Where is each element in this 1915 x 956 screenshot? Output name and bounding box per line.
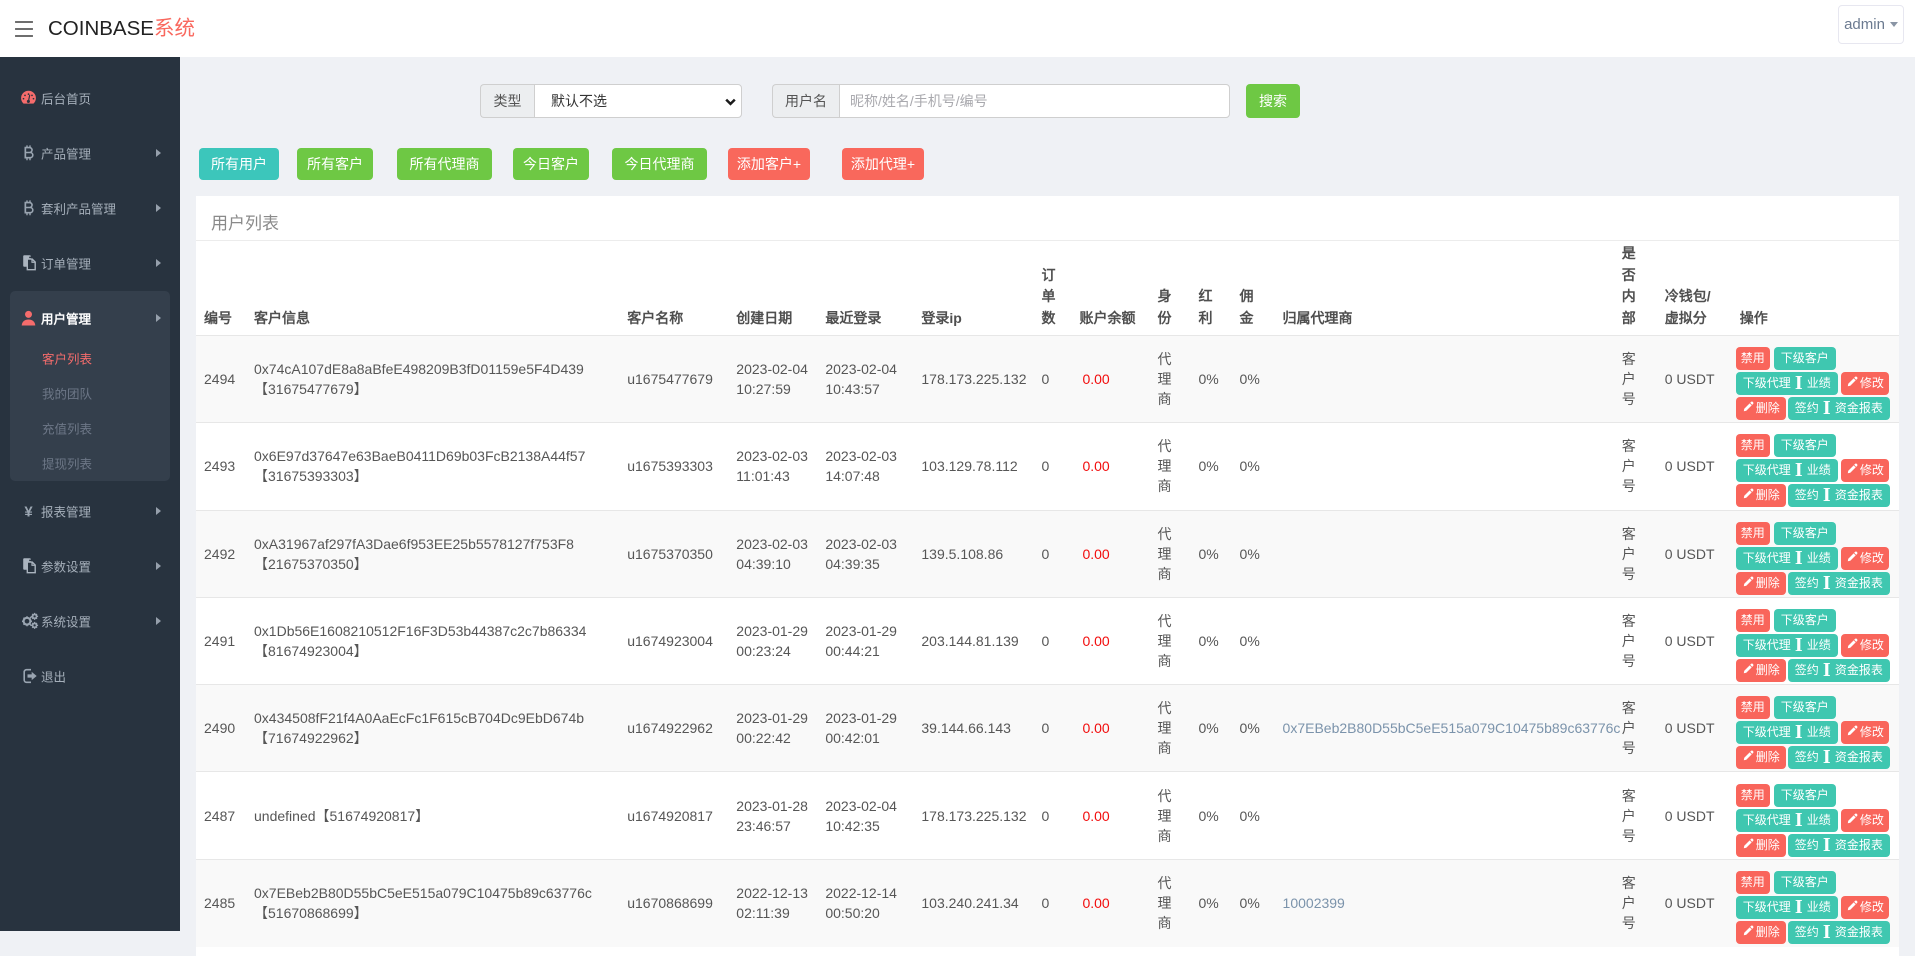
svg-text:¥: ¥: [24, 503, 33, 519]
